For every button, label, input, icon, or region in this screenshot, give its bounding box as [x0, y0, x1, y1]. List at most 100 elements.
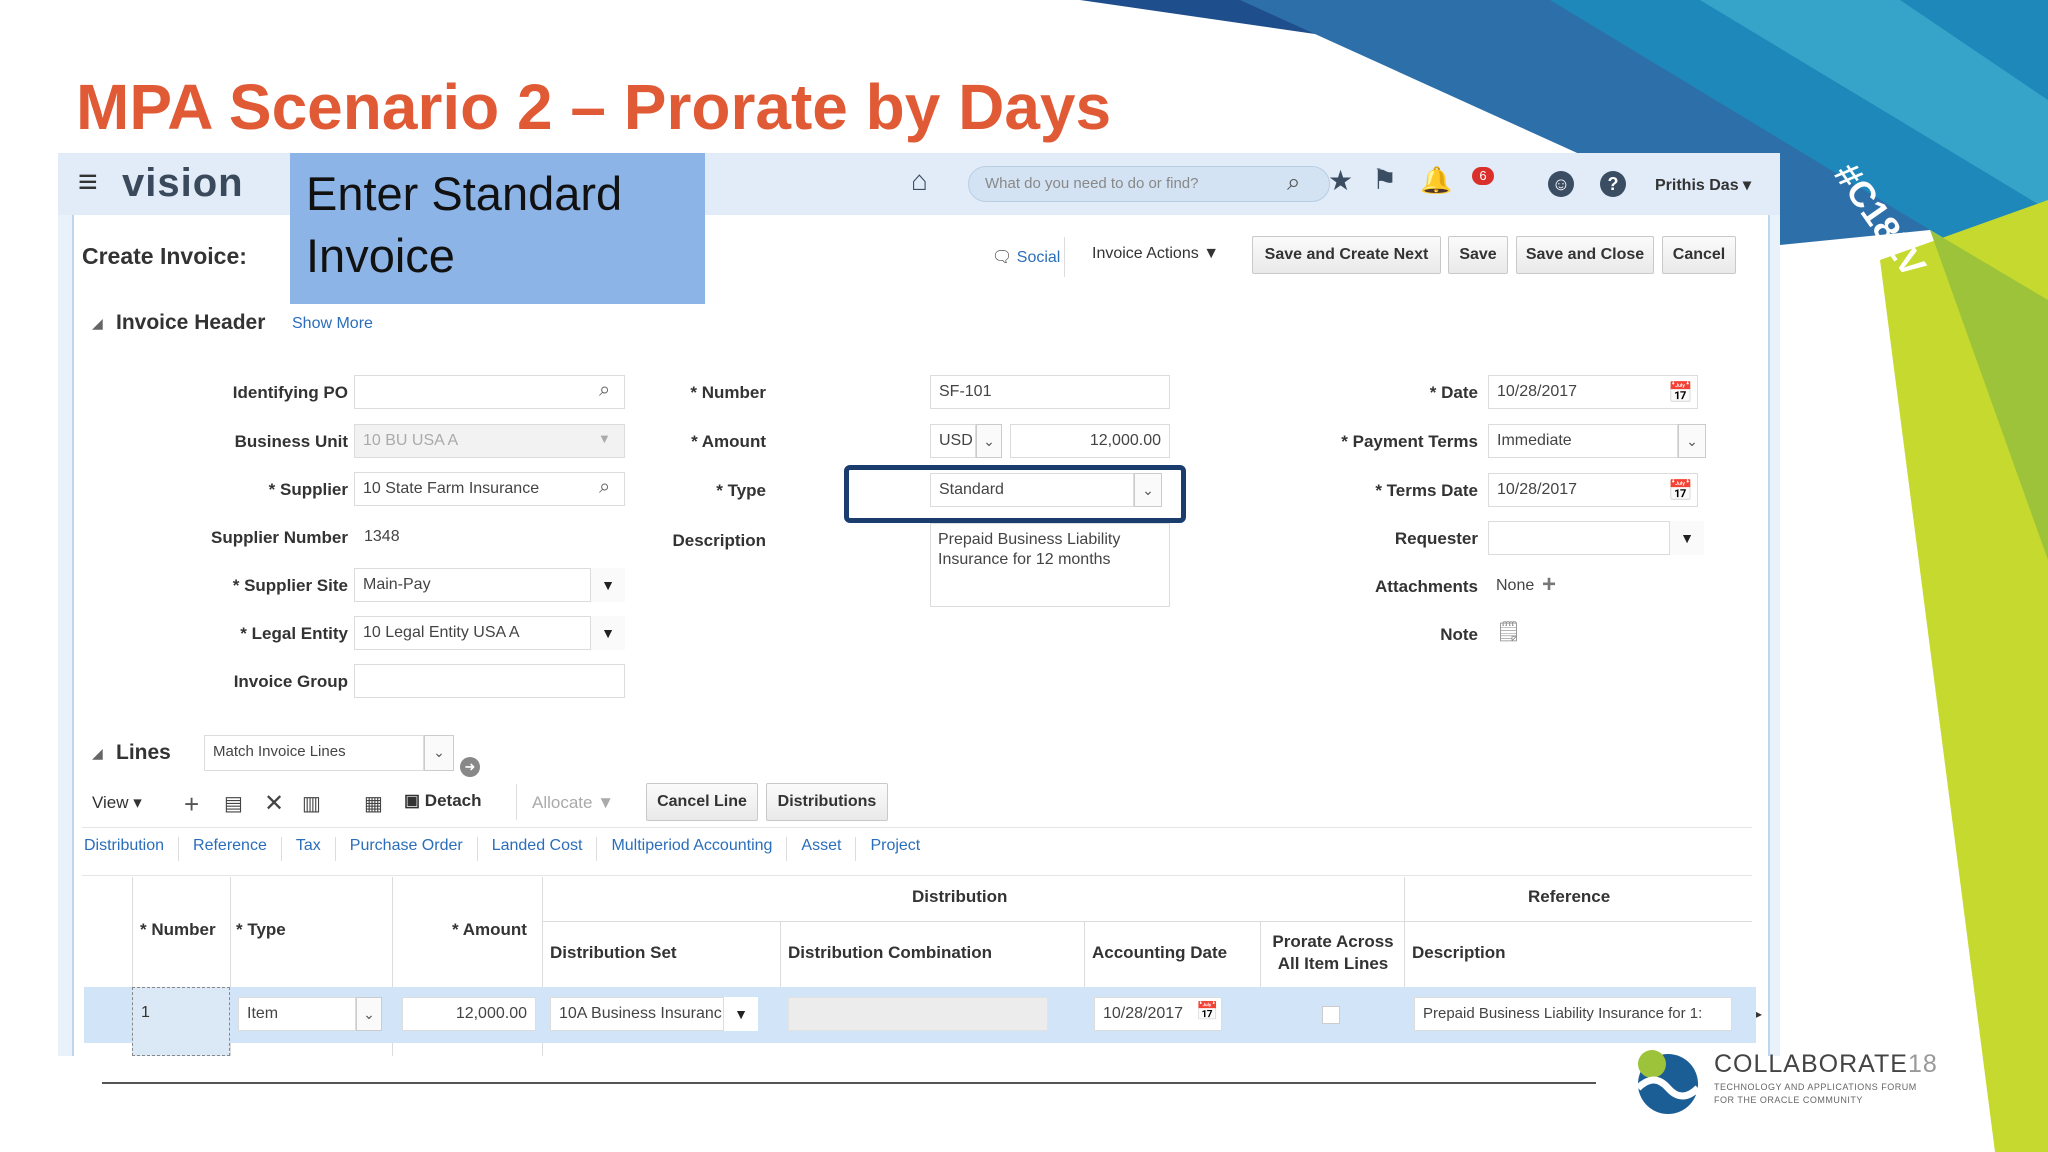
caret-down-icon[interactable]: ▼ — [724, 997, 758, 1031]
detach-label: Detach — [424, 791, 482, 810]
number-input[interactable]: SF-101 — [930, 375, 1170, 409]
go-arrow-icon[interactable]: ➜ — [460, 757, 480, 777]
footer-rule — [102, 1082, 1596, 1084]
help-icon[interactable]: ? — [1600, 171, 1626, 197]
match-invoice-lines-select[interactable]: Match Invoice Lines — [204, 735, 424, 771]
tab-purchase-order[interactable]: Purchase Order — [336, 837, 478, 861]
hamburger-menu-icon[interactable]: ≡ — [78, 163, 98, 202]
caret-down-icon[interactable]: ▼ — [1670, 521, 1704, 555]
collaborate-logo-icon — [1635, 1050, 1701, 1114]
currency-select[interactable]: USD — [930, 424, 976, 458]
tab-landed-cost[interactable]: Landed Cost — [478, 837, 598, 861]
business-unit-label: Business Unit — [234, 432, 348, 451]
chevron-down-icon[interactable]: ⌄ — [1678, 424, 1706, 458]
business-unit-select[interactable]: 10 BU USA A — [354, 424, 625, 458]
brand-number: 18 — [1907, 1050, 1938, 1078]
invoice-group-input[interactable] — [354, 664, 625, 698]
calendar-icon[interactable]: 📅 — [1196, 1001, 1218, 1022]
note-icon[interactable]: 🗒 — [1496, 619, 1521, 644]
distributions-button[interactable]: Distributions — [766, 783, 888, 821]
freeze-icon[interactable]: ▦ — [364, 791, 383, 816]
amount-input[interactable]: 12,000.00 — [1010, 424, 1170, 458]
tab-multiperiod-accounting[interactable]: Multiperiod Accounting — [597, 837, 788, 861]
home-icon[interactable]: ⌂ — [911, 165, 928, 197]
user-menu[interactable]: Prithis Das ▾ — [1655, 175, 1751, 195]
supplier-input[interactable]: 10 State Farm Insurance — [354, 472, 625, 506]
type-select[interactable]: Standard — [930, 473, 1134, 507]
note-label: Note — [1440, 625, 1478, 644]
delete-row-icon[interactable]: ✕ — [264, 789, 284, 818]
row-type-select[interactable]: Item — [238, 997, 356, 1031]
legal-entity-input[interactable]: 10 Legal Entity USA A — [354, 616, 591, 650]
view-menu[interactable]: View ▾ — [92, 793, 142, 813]
date-input[interactable]: 10/28/2017 — [1488, 375, 1698, 409]
row-amount-input[interactable]: 12,000.00 — [402, 997, 536, 1031]
calendar-icon[interactable]: 📅 — [1668, 380, 1693, 405]
cancel-button[interactable]: Cancel — [1662, 236, 1736, 274]
accessibility-icon[interactable]: ☺ — [1548, 171, 1574, 197]
prorate-checkbox[interactable] — [1322, 1006, 1340, 1024]
invoice-actions-menu[interactable]: Invoice Actions ▼ — [1092, 245, 1219, 263]
brand-name: COLLABORATE — [1714, 1050, 1908, 1078]
collaborate-tagline-1: TECHNOLOGY AND APPLICATIONS FORUM — [1714, 1082, 1917, 1092]
add-attachment-icon[interactable]: + — [1542, 571, 1556, 599]
watchlist-flag-icon[interactable]: ⚑ — [1372, 163, 1397, 196]
col-prorate-line1: Prorate Across — [1272, 932, 1394, 951]
user-name: Prithis Das — [1655, 177, 1739, 194]
col-type: * Type — [236, 920, 286, 939]
chevron-down-icon[interactable]: ⌄ — [1134, 473, 1162, 507]
tab-asset[interactable]: Asset — [787, 837, 857, 861]
row-number-cell[interactable]: 1 — [132, 987, 230, 1056]
search-icon[interactable]: ⌕ — [1287, 169, 1300, 197]
chevron-down-icon[interactable]: ⌄ — [356, 997, 382, 1031]
caret-down-icon[interactable]: ▼ — [591, 616, 625, 650]
tab-reference[interactable]: Reference — [179, 837, 282, 861]
terms-date-input[interactable]: 10/28/2017 — [1488, 473, 1698, 507]
tab-distribution[interactable]: Distribution — [84, 837, 180, 861]
row-description-input[interactable]: Prepaid Business Liability Insurance for… — [1414, 997, 1732, 1031]
columns-icon[interactable]: ▥ — [302, 791, 321, 816]
collaborate-brand: COLLABORATE18 — [1714, 1050, 1938, 1079]
row-distribution-set-input[interactable]: 10A Business Insuranc — [550, 997, 724, 1031]
supplier-site-input[interactable]: Main-Pay — [354, 568, 591, 602]
edit-row-icon[interactable]: ▤ — [224, 791, 243, 816]
favorites-star-icon[interactable]: ★ — [1328, 164, 1353, 197]
requester-input[interactable] — [1488, 521, 1670, 555]
divider — [516, 784, 517, 820]
cancel-line-button[interactable]: Cancel Line — [646, 783, 758, 821]
scroll-right-icon[interactable]: ▸ — [1756, 1007, 1762, 1021]
detach-button[interactable]: ▣ Detach — [404, 791, 481, 811]
save-button[interactable]: Save — [1448, 236, 1508, 274]
supplier-site-label-text: Supplier Site — [244, 576, 348, 595]
search-box[interactable]: What do you need to do or find? ⌕ — [968, 166, 1330, 202]
notifications-bell-icon[interactable]: 🔔 — [1420, 165, 1452, 196]
col-amount: * Amount — [452, 920, 527, 939]
calendar-icon[interactable]: 📅 — [1668, 478, 1693, 503]
collapse-triangle-icon[interactable]: ◢ — [92, 315, 103, 332]
show-more-link[interactable]: Show More — [292, 315, 373, 333]
supplier-site-label: * Supplier Site — [233, 576, 348, 596]
payment-terms-select[interactable]: Immediate — [1488, 424, 1678, 458]
search-icon[interactable]: ⌕ — [599, 476, 610, 499]
identifying-po-input[interactable] — [354, 375, 625, 409]
col-distribution-combination: Distribution Combination — [788, 943, 992, 962]
terms-date-label: * Terms Date — [1375, 481, 1478, 501]
search-input[interactable]: What do you need to do or find? — [985, 175, 1198, 192]
col-type-text: Type — [247, 920, 286, 939]
save-and-create-next-button[interactable]: Save and Create Next — [1252, 236, 1441, 274]
social-link[interactable]: 🗨 Social — [992, 247, 1060, 267]
add-row-icon[interactable]: + — [184, 789, 199, 820]
chevron-down-icon[interactable]: ⌄ — [976, 424, 1002, 458]
save-and-close-button[interactable]: Save and Close — [1516, 236, 1654, 274]
divider — [82, 827, 1752, 828]
tab-tax[interactable]: Tax — [282, 837, 336, 861]
collapse-triangle-icon[interactable]: ◢ — [92, 745, 103, 762]
chevron-down-icon[interactable]: ⌄ — [424, 735, 454, 771]
description-textarea[interactable]: Prepaid Business Liability Insurance for… — [930, 523, 1170, 607]
type-label: * Type — [716, 481, 766, 501]
caret-down-icon[interactable]: ▼ — [591, 568, 625, 602]
tab-project[interactable]: Project — [856, 837, 934, 861]
allocate-button[interactable]: Allocate ▼ — [532, 793, 614, 813]
search-icon[interactable]: ⌕ — [599, 379, 610, 402]
row-distribution-combination-input[interactable] — [788, 997, 1048, 1031]
